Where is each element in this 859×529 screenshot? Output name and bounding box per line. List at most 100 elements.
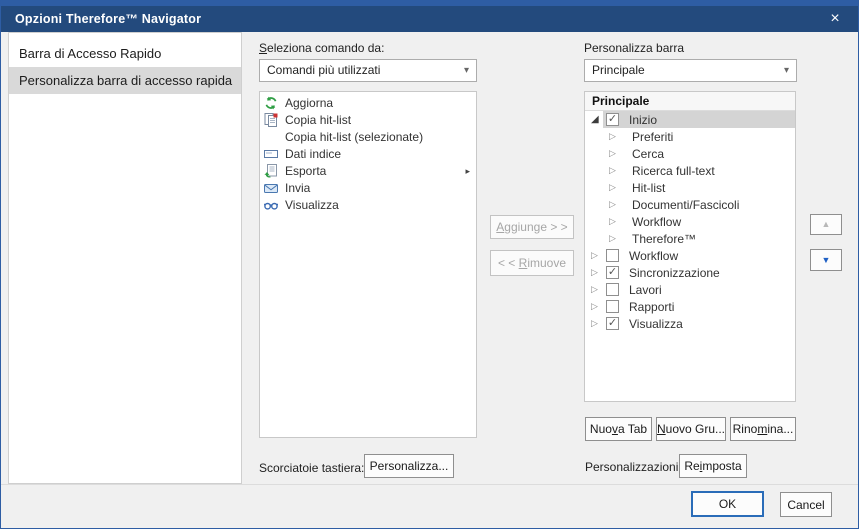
move-down-button[interactable]: ▼ bbox=[810, 249, 842, 271]
command-source-value: Comandi più utilizzati bbox=[267, 63, 380, 77]
reset-button[interactable]: Reimposta bbox=[679, 454, 747, 478]
sidebar-item[interactable]: Personalizza barra di accesso rapida bbox=[9, 67, 241, 94]
toolbar-tree-box: Principale ◢✓Inizio▷Preferiti▷Cerca▷Rice… bbox=[584, 91, 796, 402]
chevron-down-icon: ▾ bbox=[464, 60, 469, 81]
customize-shortcuts-button[interactable]: Personalizza... bbox=[364, 454, 454, 478]
mail-icon bbox=[264, 181, 278, 195]
expand-arrow-icon[interactable]: ▷ bbox=[591, 281, 604, 298]
new-tab-button[interactable]: Nuova Tab bbox=[585, 417, 652, 441]
command-item[interactable]: Invia bbox=[260, 180, 476, 197]
ok-button[interactable]: OK bbox=[691, 491, 764, 517]
toolbar-combobox[interactable]: Principale ▾ bbox=[584, 59, 797, 82]
titlebar[interactable]: Opzioni Therefore™ Navigator × bbox=[1, 1, 858, 32]
rename-button[interactable]: Rinomina... bbox=[730, 417, 796, 441]
tree-item[interactable]: ▷ Preferiti bbox=[585, 128, 795, 145]
window-title: Opzioni Therefore™ Navigator bbox=[15, 6, 201, 32]
command-item[interactable]: Esporta ▸ bbox=[260, 163, 476, 180]
command-item[interactable]: Aggiorna bbox=[260, 95, 476, 112]
expand-arrow-icon[interactable]: ▷ bbox=[609, 213, 622, 230]
expand-arrow-icon[interactable]: ▷ bbox=[591, 264, 604, 281]
tree-item[interactable]: ▷✓ Sincronizzazione bbox=[585, 264, 795, 281]
sidebar-item[interactable]: Barra di Accesso Rapido bbox=[9, 40, 241, 67]
checkbox-checked[interactable]: ✓ bbox=[606, 113, 619, 126]
checkbox-unchecked[interactable] bbox=[606, 300, 619, 313]
options-dialog: Opzioni Therefore™ Navigator × Barra di … bbox=[0, 0, 859, 529]
command-item-label: Aggiorna bbox=[285, 95, 333, 112]
tree-item-label: Visualizza bbox=[629, 317, 683, 331]
command-list: AggiornaCopia hit-listCopia hit-list (se… bbox=[259, 91, 477, 438]
command-item[interactable]: Visualizza bbox=[260, 197, 476, 214]
glasses-icon bbox=[264, 198, 278, 212]
toolbar-combobox-value: Principale bbox=[592, 63, 645, 77]
tree-item[interactable]: ◢✓ Inizio bbox=[585, 111, 795, 128]
expand-arrow-icon[interactable]: ▷ bbox=[609, 162, 622, 179]
tree-item[interactable]: ▷ Ricerca full-text bbox=[585, 162, 795, 179]
move-up-button[interactable]: ▲ bbox=[810, 214, 842, 235]
submenu-arrow-icon: ▸ bbox=[465, 163, 470, 180]
tree-item[interactable]: ▷✓ Visualizza bbox=[585, 315, 795, 332]
close-icon[interactable]: × bbox=[812, 6, 858, 32]
index-field-icon bbox=[264, 147, 278, 161]
tree-item-label: Hit-list bbox=[632, 181, 665, 195]
command-item-label: Dati indice bbox=[285, 146, 341, 163]
command-item-label: Invia bbox=[285, 180, 310, 197]
tree-item[interactable]: ▷ Therefore™ bbox=[585, 230, 795, 247]
tree-item-label: Ricerca full-text bbox=[632, 164, 715, 178]
tree-item[interactable]: ▷ Documenti/Fascicoli bbox=[585, 196, 795, 213]
tree-item-label: Inizio bbox=[629, 113, 657, 127]
customize-bar-label: Personalizza barra bbox=[584, 41, 684, 55]
command-item-label: Esporta bbox=[285, 163, 326, 180]
tree-item-label: Documenti/Fascicoli bbox=[632, 198, 739, 212]
checkbox-unchecked[interactable] bbox=[606, 283, 619, 296]
command-item[interactable]: Copia hit-list (selezionate) bbox=[260, 129, 476, 146]
remove-button[interactable]: < < Rimuove bbox=[490, 250, 574, 276]
tree-item[interactable]: ▷ Hit-list bbox=[585, 179, 795, 196]
export-icon bbox=[264, 164, 278, 178]
command-item-label: Copia hit-list bbox=[285, 112, 351, 129]
chevron-down-icon: ▾ bbox=[784, 60, 789, 81]
copy-icon bbox=[264, 113, 278, 127]
customizations-label: Personalizzazioni: bbox=[585, 460, 682, 474]
arrow-up-icon: ▲ bbox=[822, 220, 831, 229]
collapse-arrow-icon[interactable]: ◢ bbox=[591, 111, 604, 128]
checkbox-checked[interactable]: ✓ bbox=[606, 266, 619, 279]
command-item[interactable]: Copia hit-list bbox=[260, 112, 476, 129]
shortcuts-label: Scorciatoie tastiera: bbox=[259, 461, 364, 475]
expand-arrow-icon[interactable]: ▷ bbox=[591, 298, 604, 315]
expand-arrow-icon[interactable]: ▷ bbox=[609, 179, 622, 196]
select-command-label: Seleziona comando da: bbox=[259, 41, 384, 55]
tree-header: Principale bbox=[585, 92, 795, 111]
sidebar: Barra di Accesso RapidoPersonalizza barr… bbox=[8, 32, 242, 484]
expand-arrow-icon[interactable]: ▷ bbox=[591, 315, 604, 332]
tree-item-label: Workflow bbox=[632, 215, 681, 229]
expand-arrow-icon[interactable]: ▷ bbox=[591, 247, 604, 264]
tree-item[interactable]: ▷ Workflow bbox=[585, 247, 795, 264]
tree-item[interactable]: ▷ Lavori bbox=[585, 281, 795, 298]
expand-arrow-icon[interactable]: ▷ bbox=[609, 145, 622, 162]
tree-item-label: Workflow bbox=[629, 249, 678, 263]
command-item-label: Visualizza bbox=[285, 197, 339, 214]
tree-item-label: Preferiti bbox=[632, 130, 673, 144]
cancel-button[interactable]: Cancel bbox=[780, 492, 832, 517]
tree-item-label: Sincronizzazione bbox=[629, 266, 720, 280]
checkbox-unchecked[interactable] bbox=[606, 249, 619, 262]
footer-divider bbox=[1, 484, 858, 485]
expand-arrow-icon[interactable]: ▷ bbox=[609, 196, 622, 213]
tree-item[interactable]: ▷Rapporti bbox=[585, 298, 795, 315]
tree-item-label: Cerca bbox=[632, 147, 664, 161]
tree-item-label: Therefore™ bbox=[632, 232, 696, 246]
expand-arrow-icon[interactable]: ▷ bbox=[609, 128, 622, 145]
refresh-icon bbox=[264, 96, 278, 110]
tree-item[interactable]: ▷ Workflow bbox=[585, 213, 795, 230]
new-group-button[interactable]: Nuovo Gru... bbox=[656, 417, 726, 441]
toolbar-tree: ◢✓Inizio▷Preferiti▷Cerca▷Ricerca full-te… bbox=[585, 111, 795, 332]
tree-item-label: Lavori bbox=[629, 283, 662, 297]
checkbox-checked[interactable]: ✓ bbox=[606, 317, 619, 330]
arrow-down-icon: ▼ bbox=[822, 256, 831, 265]
add-button[interactable]: Aggiunge > > bbox=[490, 215, 574, 239]
command-item-label: Copia hit-list (selezionate) bbox=[285, 129, 423, 146]
tree-item[interactable]: ▷ Cerca bbox=[585, 145, 795, 162]
command-item[interactable]: Dati indice bbox=[260, 146, 476, 163]
expand-arrow-icon[interactable]: ▷ bbox=[609, 230, 622, 247]
command-source-combobox[interactable]: Comandi più utilizzati ▾ bbox=[259, 59, 477, 82]
